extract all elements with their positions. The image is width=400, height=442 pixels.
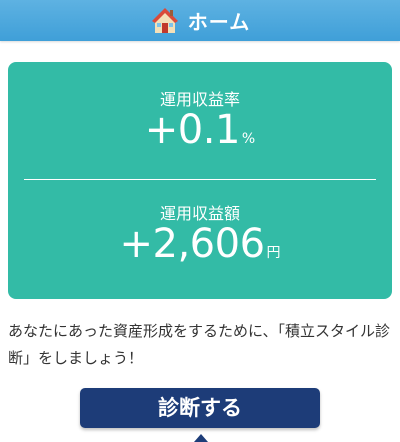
yield-rate-value-group: +0.1% xyxy=(8,107,392,153)
yield-summary-card: 運用収益率 +0.1% 運用収益額 +2,606 円 xyxy=(8,62,392,299)
yield-rate-unit: % xyxy=(241,131,256,147)
header-inner: ホーム xyxy=(150,6,250,36)
diagnose-button[interactable]: 診断する xyxy=(80,388,320,428)
yield-amount-unit: 円 xyxy=(266,245,281,261)
next-indicator xyxy=(194,434,208,442)
page-title: ホーム xyxy=(187,10,251,34)
card-divider xyxy=(24,179,376,180)
yield-amount-value-group: +2,606 円 xyxy=(8,221,392,267)
app-header: ホーム xyxy=(0,0,400,41)
house-icon xyxy=(151,7,178,33)
yield-amount-value: +2,606 xyxy=(119,221,265,267)
diagnosis-prompt-text: あなたにあった資産形成をするために、「積立スタイル診断」をしましょう！ xyxy=(8,322,391,367)
yield-rate-value: +0.1 xyxy=(144,107,241,153)
